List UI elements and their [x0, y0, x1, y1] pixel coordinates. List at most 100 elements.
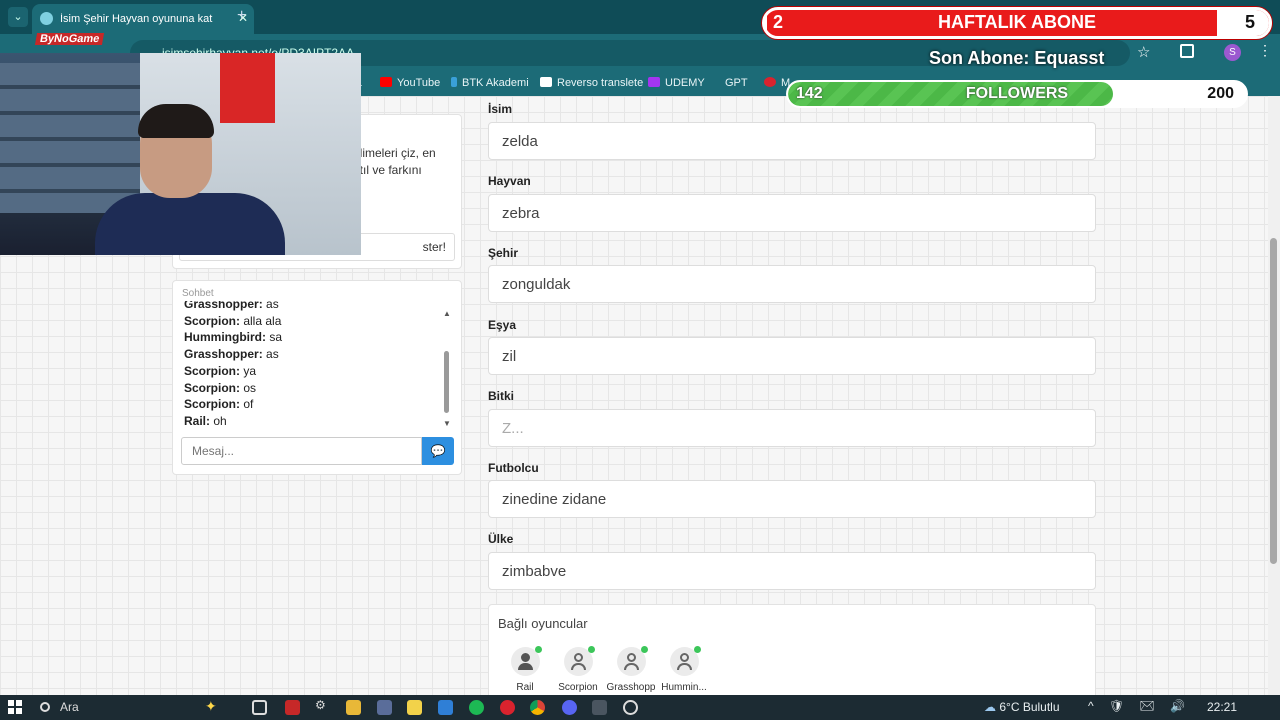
chat-scroll-thumb[interactable] [444, 351, 449, 413]
menu-more-icon[interactable]: ⋮ [1258, 42, 1272, 59]
sub-goal-current: 2 [773, 12, 784, 32]
chat-scrollbar[interactable]: ▲ ▼ [443, 309, 451, 429]
followers-current: 142 [796, 85, 823, 102]
chat-message: Scorpion: alla ala [184, 313, 282, 328]
browser-tab[interactable]: İsim Şehir Hayvan oyununa kat ✕ [32, 4, 254, 34]
discord-icon[interactable] [562, 700, 577, 715]
bookmark-star-icon[interactable]: ☆ [1137, 43, 1150, 61]
connected-players-panel: Bağlı oyuncular Rail Scorpion Grasshopp … [488, 604, 1096, 695]
field-label-isim: İsim [488, 102, 513, 116]
player-item[interactable]: Scorpion [548, 646, 608, 693]
bookmark-item-youtube[interactable]: YouTube [380, 77, 440, 89]
btk-icon [451, 77, 457, 87]
field-input-sehir[interactable]: zonguldak [488, 265, 1096, 303]
new-tab-button[interactable]: + [237, 7, 246, 25]
followers-target: 200 [1207, 85, 1234, 102]
field-input-isim[interactable]: zelda [488, 122, 1096, 160]
sticky-notes-icon[interactable] [407, 700, 422, 715]
last-subscriber: Son Abone: Equasst [929, 48, 1105, 68]
player-item[interactable]: Hummin... [654, 646, 714, 693]
send-message-button[interactable]: 💬 [422, 437, 454, 465]
chat-title: Sohbet [182, 288, 214, 299]
field-label-hayvan: Hayvan [488, 174, 531, 188]
file-explorer-icon[interactable] [346, 700, 361, 715]
field-label-esya: Eşya [488, 318, 517, 332]
tab-title: İsim Şehir Hayvan oyununa kat [60, 13, 213, 25]
followers-title: FOLLOWERS [965, 85, 1069, 102]
spotify-icon[interactable] [469, 700, 484, 715]
weather-widget[interactable]: ☁ 6°C Bulutlu [984, 700, 1060, 714]
field-input-ulke[interactable]: zimbabve [488, 552, 1096, 590]
online-dot [587, 646, 595, 653]
chat-message: Scorpion: os [184, 380, 257, 395]
taskbar: Ara ✦ ⚙ ☁ 6°C Bulutlu ^ 🛡 ✉ 🔊 22:21 [0, 695, 1280, 720]
bookmark-item-udemy[interactable]: UDEMY [648, 77, 705, 89]
sparkle-icon[interactable]: ✦ [205, 698, 220, 714]
clock[interactable]: 22:21 [1207, 700, 1237, 714]
scroll-down-icon[interactable]: ▼ [443, 419, 451, 428]
bookmark-item-btk[interactable]: BTK Akademi [451, 77, 529, 89]
taskbar-search[interactable]: Ara [40, 700, 79, 714]
page-scroll-thumb[interactable] [1270, 238, 1277, 564]
app-icon[interactable] [377, 700, 392, 715]
player-name: Scorpion [558, 682, 598, 693]
field-label-sehir: Şehir [488, 246, 519, 260]
system-tray[interactable]: ^ 🛡 ✉ 🔊 [1088, 699, 1191, 713]
cloud-icon: ☁ [984, 700, 996, 714]
chat-message: Rail: oh [184, 413, 227, 428]
player-avatar-icon [669, 646, 701, 676]
chat-message: Grasshopper: as [184, 301, 279, 311]
followers-goal-bar: FOLLOWERS 142 200 [786, 80, 1248, 108]
online-dot [640, 646, 648, 653]
sub-goal-title: HAFTALIK ABONE [938, 12, 1096, 32]
chrome-icon[interactable] [530, 700, 545, 715]
bookmark-item-m[interactable]: M [764, 77, 790, 89]
chat-messages: Grasshopper: as Scorpion: alla ala Hummi… [184, 301, 439, 431]
streamer [95, 104, 285, 255]
field-input-futbolcu[interactable]: zinedine zidane [488, 480, 1096, 518]
opera-icon [764, 77, 776, 87]
field-input-esya[interactable]: zil [488, 337, 1096, 375]
field-input-hayvan[interactable]: zebra [488, 194, 1096, 232]
bookmark-item-reverso[interactable]: Reverso translete [540, 77, 643, 89]
field-input-bitki[interactable]: Z... [488, 409, 1096, 447]
bookmark-item-gpt[interactable]: GPT [714, 77, 748, 89]
chat-message: Scorpion: ya [184, 363, 257, 378]
chat-message-input[interactable] [181, 437, 422, 465]
players-title: Bağlı oyuncular [498, 616, 588, 631]
profile-avatar[interactable]: S [1224, 44, 1241, 61]
obs-icon[interactable] [623, 700, 638, 715]
game-description: elimeleri çiz, en atıl ve farkını [353, 146, 436, 177]
online-dot [693, 646, 701, 653]
search-icon [40, 702, 50, 712]
sub-goal-target: 5 [1244, 12, 1255, 32]
tab-search-button[interactable]: ⌄ [8, 7, 28, 27]
chat-message: Scorpion: of [184, 397, 254, 412]
extensions-icon[interactable] [1180, 44, 1194, 58]
app-icon[interactable] [438, 700, 453, 715]
page-scrollbar[interactable] [1268, 96, 1280, 695]
gpt-icon [714, 77, 720, 87]
player-name: Grasshopp [606, 682, 656, 693]
app-icon[interactable] [592, 700, 607, 715]
opera-icon[interactable] [500, 700, 515, 715]
site-favicon-icon [40, 12, 53, 25]
sub-goal-bar: HAFTALIK ABONE 2 5 [762, 7, 1272, 39]
field-label-ulke: Ülke [488, 532, 514, 546]
player-item[interactable]: Rail [495, 646, 555, 693]
player-avatar-icon [510, 646, 542, 676]
player-name: Rail [516, 682, 534, 693]
app-icon[interactable] [285, 700, 300, 715]
task-view-icon[interactable] [252, 700, 267, 715]
player-name: Hummin... [661, 682, 707, 693]
chat-message: Grasshopper: as [184, 347, 279, 362]
windows-start-icon[interactable] [8, 700, 22, 714]
player-item[interactable]: Grasshopp [601, 646, 661, 693]
webcam-overlay [0, 53, 361, 255]
youtube-icon [380, 77, 392, 87]
chat-message: Hummingbird: sa [184, 330, 283, 345]
scroll-up-icon[interactable]: ▲ [443, 309, 451, 318]
settings-gear-icon[interactable]: ⚙ [315, 698, 330, 713]
udemy-icon [648, 77, 660, 87]
online-dot [534, 646, 542, 653]
